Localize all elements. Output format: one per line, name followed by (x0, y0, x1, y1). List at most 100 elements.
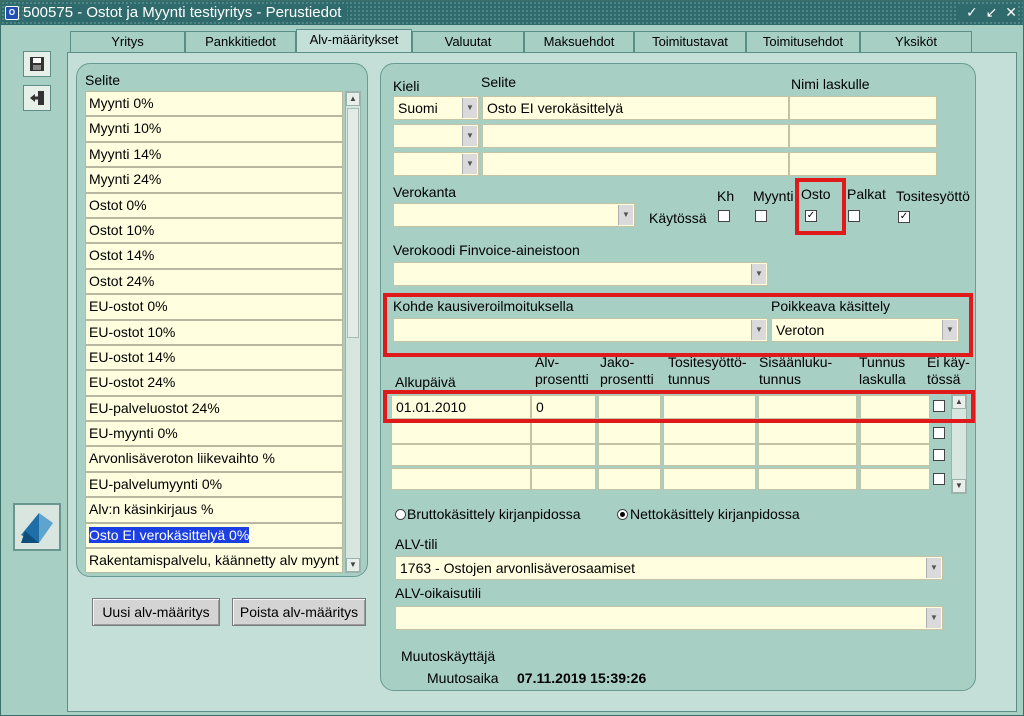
myynti-checkbox[interactable] (755, 210, 767, 222)
list-item[interactable]: Myynti 10% (85, 116, 343, 142)
language-select-3[interactable]: ▼ (393, 152, 479, 176)
grid-cell[interactable] (663, 468, 756, 490)
grid-cell[interactable] (758, 468, 857, 490)
list-item[interactable]: Rakentamispalvelu, käännetty alv myynt (85, 548, 343, 574)
list-item[interactable]: Osto EI verokäsittelyä 0% (85, 522, 343, 549)
kh-checkbox[interactable] (718, 210, 730, 222)
grid-header-sisaan: Sisäänluku-tunnus (759, 354, 832, 388)
list-item[interactable]: Myynti 24% (85, 167, 343, 193)
grid-header-sisaan-line1: Sisäänluku- (759, 354, 833, 370)
list-item[interactable]: Ostot 14% (85, 243, 343, 269)
close-icon[interactable]: ✕ (1005, 4, 1017, 20)
list-item[interactable]: Alv:n käsinkirjaus % (85, 497, 343, 523)
tab-maksuehdot[interactable]: Maksuehdot (524, 31, 634, 53)
grid-header-alv: Alv-prosentti (535, 354, 589, 388)
list-item[interactable]: EU-ostot 10% (85, 319, 343, 345)
ei-kaytossa-checkbox[interactable] (933, 473, 945, 485)
selite-input-2[interactable] (482, 124, 789, 148)
grid-cell[interactable] (758, 422, 857, 444)
tab-toimitustavat[interactable]: Toimitustavat (634, 31, 746, 53)
list-item[interactable]: Ostot 0% (85, 192, 343, 218)
grid-header-tosite: Tositesyöttö-tunnus (668, 354, 747, 388)
list-item[interactable]: EU-ostot 14% (85, 344, 343, 371)
grid-cell[interactable] (663, 422, 756, 444)
delete-vat-definition-button[interactable]: Poista alv-määritys (232, 598, 366, 626)
alv-tili-select[interactable]: 1763 - Ostojen arvonlisäverosaamiset ▼ (395, 556, 943, 580)
exit-door-icon (30, 91, 44, 105)
minimize-icon[interactable]: ↙ (986, 4, 998, 20)
nimi-laskulle-input-2[interactable] (789, 124, 937, 148)
logo-button[interactable] (13, 503, 61, 551)
grid-cell[interactable] (663, 444, 756, 466)
tab-pankkitiedot[interactable]: Pankkitiedot (185, 31, 296, 53)
list-item-label: Ostot 24% (89, 272, 155, 289)
list-item[interactable]: Myynti 0% (85, 91, 343, 117)
grid-cell[interactable] (758, 444, 857, 466)
scroll-down-icon[interactable]: ▼ (346, 558, 360, 572)
grid-cell[interactable] (598, 468, 661, 490)
finvoice-select[interactable]: ▼ (393, 262, 768, 286)
grid-cell[interactable] (531, 422, 596, 444)
list-item-label: EU-ostot 0% (89, 298, 168, 315)
alv-oikaisutili-select[interactable]: ▼ (395, 606, 943, 630)
list-item-label: EU-ostot 14% (89, 348, 176, 365)
grid-cell[interactable] (860, 422, 930, 444)
tositesyotto-checkbox[interactable]: ✓ (898, 211, 910, 223)
list-item[interactable]: EU-ostot 0% (85, 294, 343, 320)
list-item[interactable]: Myynti 14% (85, 141, 343, 168)
tab-valuutat[interactable]: Valuutat (412, 31, 524, 53)
nimi-laskulle-input-3[interactable] (789, 152, 937, 176)
list-item-label: Ostot 10% (89, 221, 155, 238)
selite-input-3[interactable] (482, 152, 789, 176)
tab-alv-maaritykset[interactable]: Alv-määritykset (296, 29, 412, 54)
grid-header-jako: Jako-prosentti (600, 354, 654, 388)
tab-yksikot[interactable]: Yksiköt (860, 31, 972, 53)
list-item[interactable]: Arvonlisäveroton liikevaihto % (85, 446, 343, 472)
grid-cell[interactable] (598, 444, 661, 466)
grid-cell[interactable] (391, 422, 531, 444)
netto-radio[interactable] (617, 509, 628, 520)
list-item[interactable]: EU-palvelumyynti 0% (85, 471, 343, 498)
restore-icon[interactable]: ✓ (966, 4, 978, 20)
grid-cell[interactable] (598, 422, 661, 444)
save-button[interactable] (23, 51, 51, 77)
grid-header-ei-line1: Ei käy- (927, 354, 970, 370)
palkat-checkbox[interactable] (848, 210, 860, 222)
list-item[interactable]: EU-myynti 0% (85, 421, 343, 447)
tab-yritys[interactable]: Yritys (70, 31, 185, 53)
chevron-down-icon: ▼ (926, 608, 941, 628)
tab-toimitusehdot[interactable]: Toimitusehdot (746, 31, 860, 53)
grid-header-ei-line2: tössä (927, 371, 961, 387)
list-item[interactable]: Ostot 24% (85, 268, 343, 295)
language-select-1[interactable]: Suomi ▼ (393, 96, 479, 120)
list-item[interactable]: EU-palveluostot 24% (85, 395, 343, 422)
grid-cell[interactable] (860, 444, 930, 466)
brutto-radio[interactable] (395, 509, 406, 520)
scroll-thumb[interactable] (347, 108, 359, 338)
chevron-down-icon: ▼ (926, 558, 941, 578)
highlight-osto (795, 178, 846, 235)
list-item[interactable]: Ostot 10% (85, 217, 343, 244)
grid-cell[interactable] (391, 468, 531, 490)
grid-cell[interactable] (860, 468, 930, 490)
ei-kaytossa-checkbox[interactable] (933, 449, 945, 461)
scroll-down-icon[interactable]: ▼ (952, 479, 966, 493)
language-select-2[interactable]: ▼ (393, 124, 479, 148)
list-item-label: EU-palveluostot 24% (89, 399, 220, 416)
grid-cell[interactable] (391, 444, 531, 466)
new-vat-definition-button[interactable]: Uusi alv-määritys (92, 598, 220, 626)
selite-input-1[interactable]: Osto EI verokäsittelyä (482, 96, 789, 120)
nimi-laskulle-input-1[interactable] (789, 96, 937, 120)
scroll-up-icon[interactable]: ▲ (346, 92, 360, 106)
label-verokanta: Verokanta (393, 184, 457, 200)
grid-header-sisaan-line2: tunnus (759, 371, 802, 387)
exit-button[interactable] (23, 85, 51, 111)
verokanta-select[interactable]: ▼ (393, 203, 635, 227)
label-netto: Nettokäsittely kirjanpidossa (630, 506, 800, 522)
chevron-down-icon: ▼ (462, 98, 477, 118)
list-scrollbar[interactable]: ▲ ▼ (345, 91, 361, 573)
list-item[interactable]: EU-ostot 24% (85, 370, 343, 396)
ei-kaytossa-checkbox[interactable] (933, 427, 945, 439)
grid-cell[interactable] (531, 468, 596, 490)
grid-cell[interactable] (531, 444, 596, 466)
